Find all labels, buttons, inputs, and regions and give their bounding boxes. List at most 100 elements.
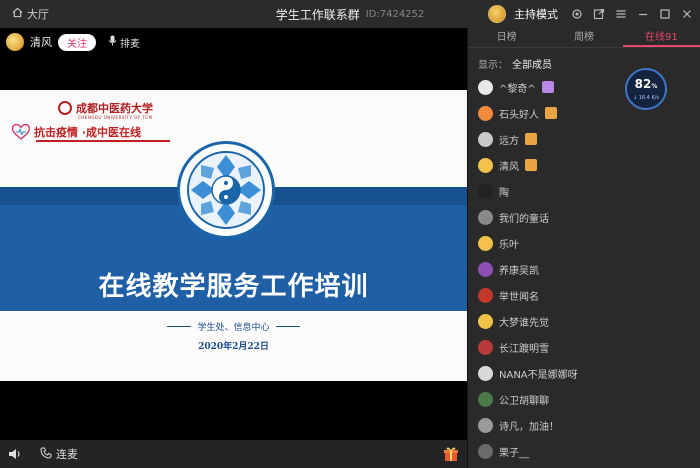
- member-name: 我们的童话: [499, 213, 549, 225]
- maximize-icon[interactable]: [658, 7, 672, 21]
- seal-icon: [187, 151, 265, 229]
- member-filter: 显示： 全部成员: [468, 52, 700, 74]
- member-name: 石头好人: [499, 109, 539, 121]
- member-avatar: [478, 365, 493, 381]
- member-name: 栗子__: [499, 447, 529, 459]
- mic-queue-label: 排麦: [120, 38, 140, 50]
- department-line-right: [275, 326, 300, 327]
- follow-button[interactable]: 关注: [58, 33, 96, 51]
- speaker-avatar[interactable]: [6, 33, 24, 51]
- department-line-left: [167, 326, 192, 327]
- university-seal: [177, 141, 275, 239]
- mic-queue-button[interactable]: 排麦: [108, 35, 140, 50]
- lobby-label: 大厅: [27, 8, 49, 21]
- member-name: NANA不是娜娜呀: [499, 369, 578, 381]
- member-name: 陶: [499, 187, 509, 199]
- menu-icon[interactable]: [614, 7, 628, 21]
- member-name: 乐叶: [499, 239, 519, 251]
- member-item[interactable]: 我们的童话: [468, 204, 700, 230]
- member-item[interactable]: 乐叶: [468, 230, 700, 256]
- share-icon[interactable]: [592, 7, 606, 21]
- slide-title: 在线教学服务工作培训: [98, 272, 369, 302]
- network-speed: ↓ 16.4 K/s: [632, 94, 660, 101]
- department-text: 学生处、信息中心: [197, 323, 270, 333]
- member-item[interactable]: 养康吴凯: [468, 256, 700, 282]
- settings-icon[interactable]: [570, 7, 584, 21]
- member-avatar: [478, 287, 493, 303]
- network-gauge: 82% ↓ 16.4 K/s: [625, 68, 667, 110]
- campaign-banner: 抗击疫情 ·成中医在线: [12, 124, 141, 140]
- minimize-icon[interactable]: [636, 7, 650, 21]
- phone-icon: [40, 447, 52, 462]
- filter-label: 显示：: [478, 59, 508, 71]
- member-avatar: [478, 131, 493, 147]
- member-name: 清风: [499, 161, 519, 173]
- microphone-icon: [108, 35, 117, 49]
- member-item[interactable]: 诗凡，加油！: [468, 412, 700, 438]
- campaign-text: 抗击疫情 ·成中医在线: [34, 126, 142, 139]
- presentation-slide: 成都中医药大学 CHENGDU UNIVERSITY OF TCM 抗击疫情 ·…: [0, 90, 467, 381]
- member-avatar: [478, 339, 493, 355]
- member-name: 养康吴凯: [499, 265, 539, 277]
- member-panel: 日榜 周榜 在线91 显示： 全部成员 ^黎奇^ 石头好人远方清风陶我们的童话乐叶…: [467, 28, 700, 468]
- heart-icon: [12, 124, 30, 140]
- member-avatar: [478, 105, 493, 121]
- member-avatar: [478, 417, 493, 433]
- tab-weekly-rank[interactable]: 周榜: [545, 28, 622, 47]
- member-item[interactable]: 大梦谁先觉: [468, 308, 700, 334]
- member-avatar: [478, 209, 493, 225]
- volume-icon[interactable]: [8, 447, 22, 461]
- gift-icon[interactable]: [443, 446, 459, 462]
- slide-department: 学生处、信息中心: [0, 320, 467, 333]
- member-avatar: [478, 157, 493, 173]
- member-item[interactable]: 清风: [468, 152, 700, 178]
- member-item[interactable]: 远方: [468, 126, 700, 152]
- member-name: 公卫胡聊聊: [499, 395, 549, 407]
- bottom-toolbar: 连麦: [0, 440, 467, 468]
- member-name: 远方: [499, 135, 519, 147]
- university-name: 成都中医药大学: [76, 102, 153, 115]
- member-item[interactable]: NANA不是娜娜呀: [468, 360, 700, 386]
- member-avatar: [478, 79, 493, 95]
- panel-tabs: 日榜 周榜 在线91: [468, 28, 700, 48]
- member-badge-icon: [545, 107, 557, 119]
- window-title: 学生工作联系群: [275, 7, 360, 22]
- member-avatar: [478, 235, 493, 251]
- filter-dropdown[interactable]: 全部成员: [512, 56, 552, 71]
- tab-online[interactable]: 在线91: [622, 28, 700, 47]
- member-item[interactable]: 栗子__: [468, 438, 700, 464]
- connect-mic-button[interactable]: 连麦: [40, 446, 78, 462]
- member-avatar: [478, 391, 493, 407]
- host-mode-label[interactable]: 主持模式: [514, 6, 558, 22]
- member-name: 大梦谁先觉: [499, 317, 549, 329]
- member-item[interactable]: 举世闻名: [468, 282, 700, 308]
- speaker-name[interactable]: 清风: [30, 34, 52, 50]
- home-icon: [12, 7, 23, 21]
- member-badge-icon: [525, 133, 537, 145]
- connect-mic-label: 连麦: [56, 448, 78, 461]
- member-item[interactable]: 陶: [468, 178, 700, 204]
- title-bar: 大厅 学生工作联系群 ID:7424252 主持模式: [0, 0, 700, 28]
- member-name: ^黎奇^: [499, 83, 536, 95]
- titlebar-controls: 主持模式: [488, 0, 694, 28]
- host-avatar[interactable]: [488, 5, 506, 23]
- slide-date: 2020年2月22日: [198, 342, 269, 352]
- university-logo: 成都中医药大学: [58, 100, 153, 116]
- member-item[interactable]: 石头好人: [468, 100, 700, 126]
- network-percent: 82%: [634, 76, 658, 91]
- close-icon[interactable]: [680, 7, 694, 21]
- member-item[interactable]: 长江踱明雪: [468, 334, 700, 360]
- campaign-underline: [36, 140, 170, 142]
- speaker-bar: 清风 关注 排麦: [6, 32, 140, 52]
- university-english-name: CHENGDU UNIVERSITY OF TCM: [78, 115, 153, 120]
- member-avatar: [478, 261, 493, 277]
- university-emblem-icon: [58, 101, 72, 115]
- member-avatar: [478, 443, 493, 459]
- lobby-button[interactable]: 大厅: [0, 6, 49, 22]
- video-stage[interactable]: 清风 关注 排麦 成都中医药大学 CHENGDU UNIVERSITY OF T…: [0, 28, 467, 440]
- member-list: ^黎奇^ 石头好人远方清风陶我们的童话乐叶养康吴凯举世闻名大梦谁先觉长江踱明雪 NA…: [468, 74, 700, 464]
- room-id: ID:7424252: [365, 8, 425, 20]
- tab-daily-rank[interactable]: 日榜: [468, 28, 545, 47]
- member-avatar: [478, 313, 493, 329]
- member-item[interactable]: 公卫胡聊聊: [468, 386, 700, 412]
